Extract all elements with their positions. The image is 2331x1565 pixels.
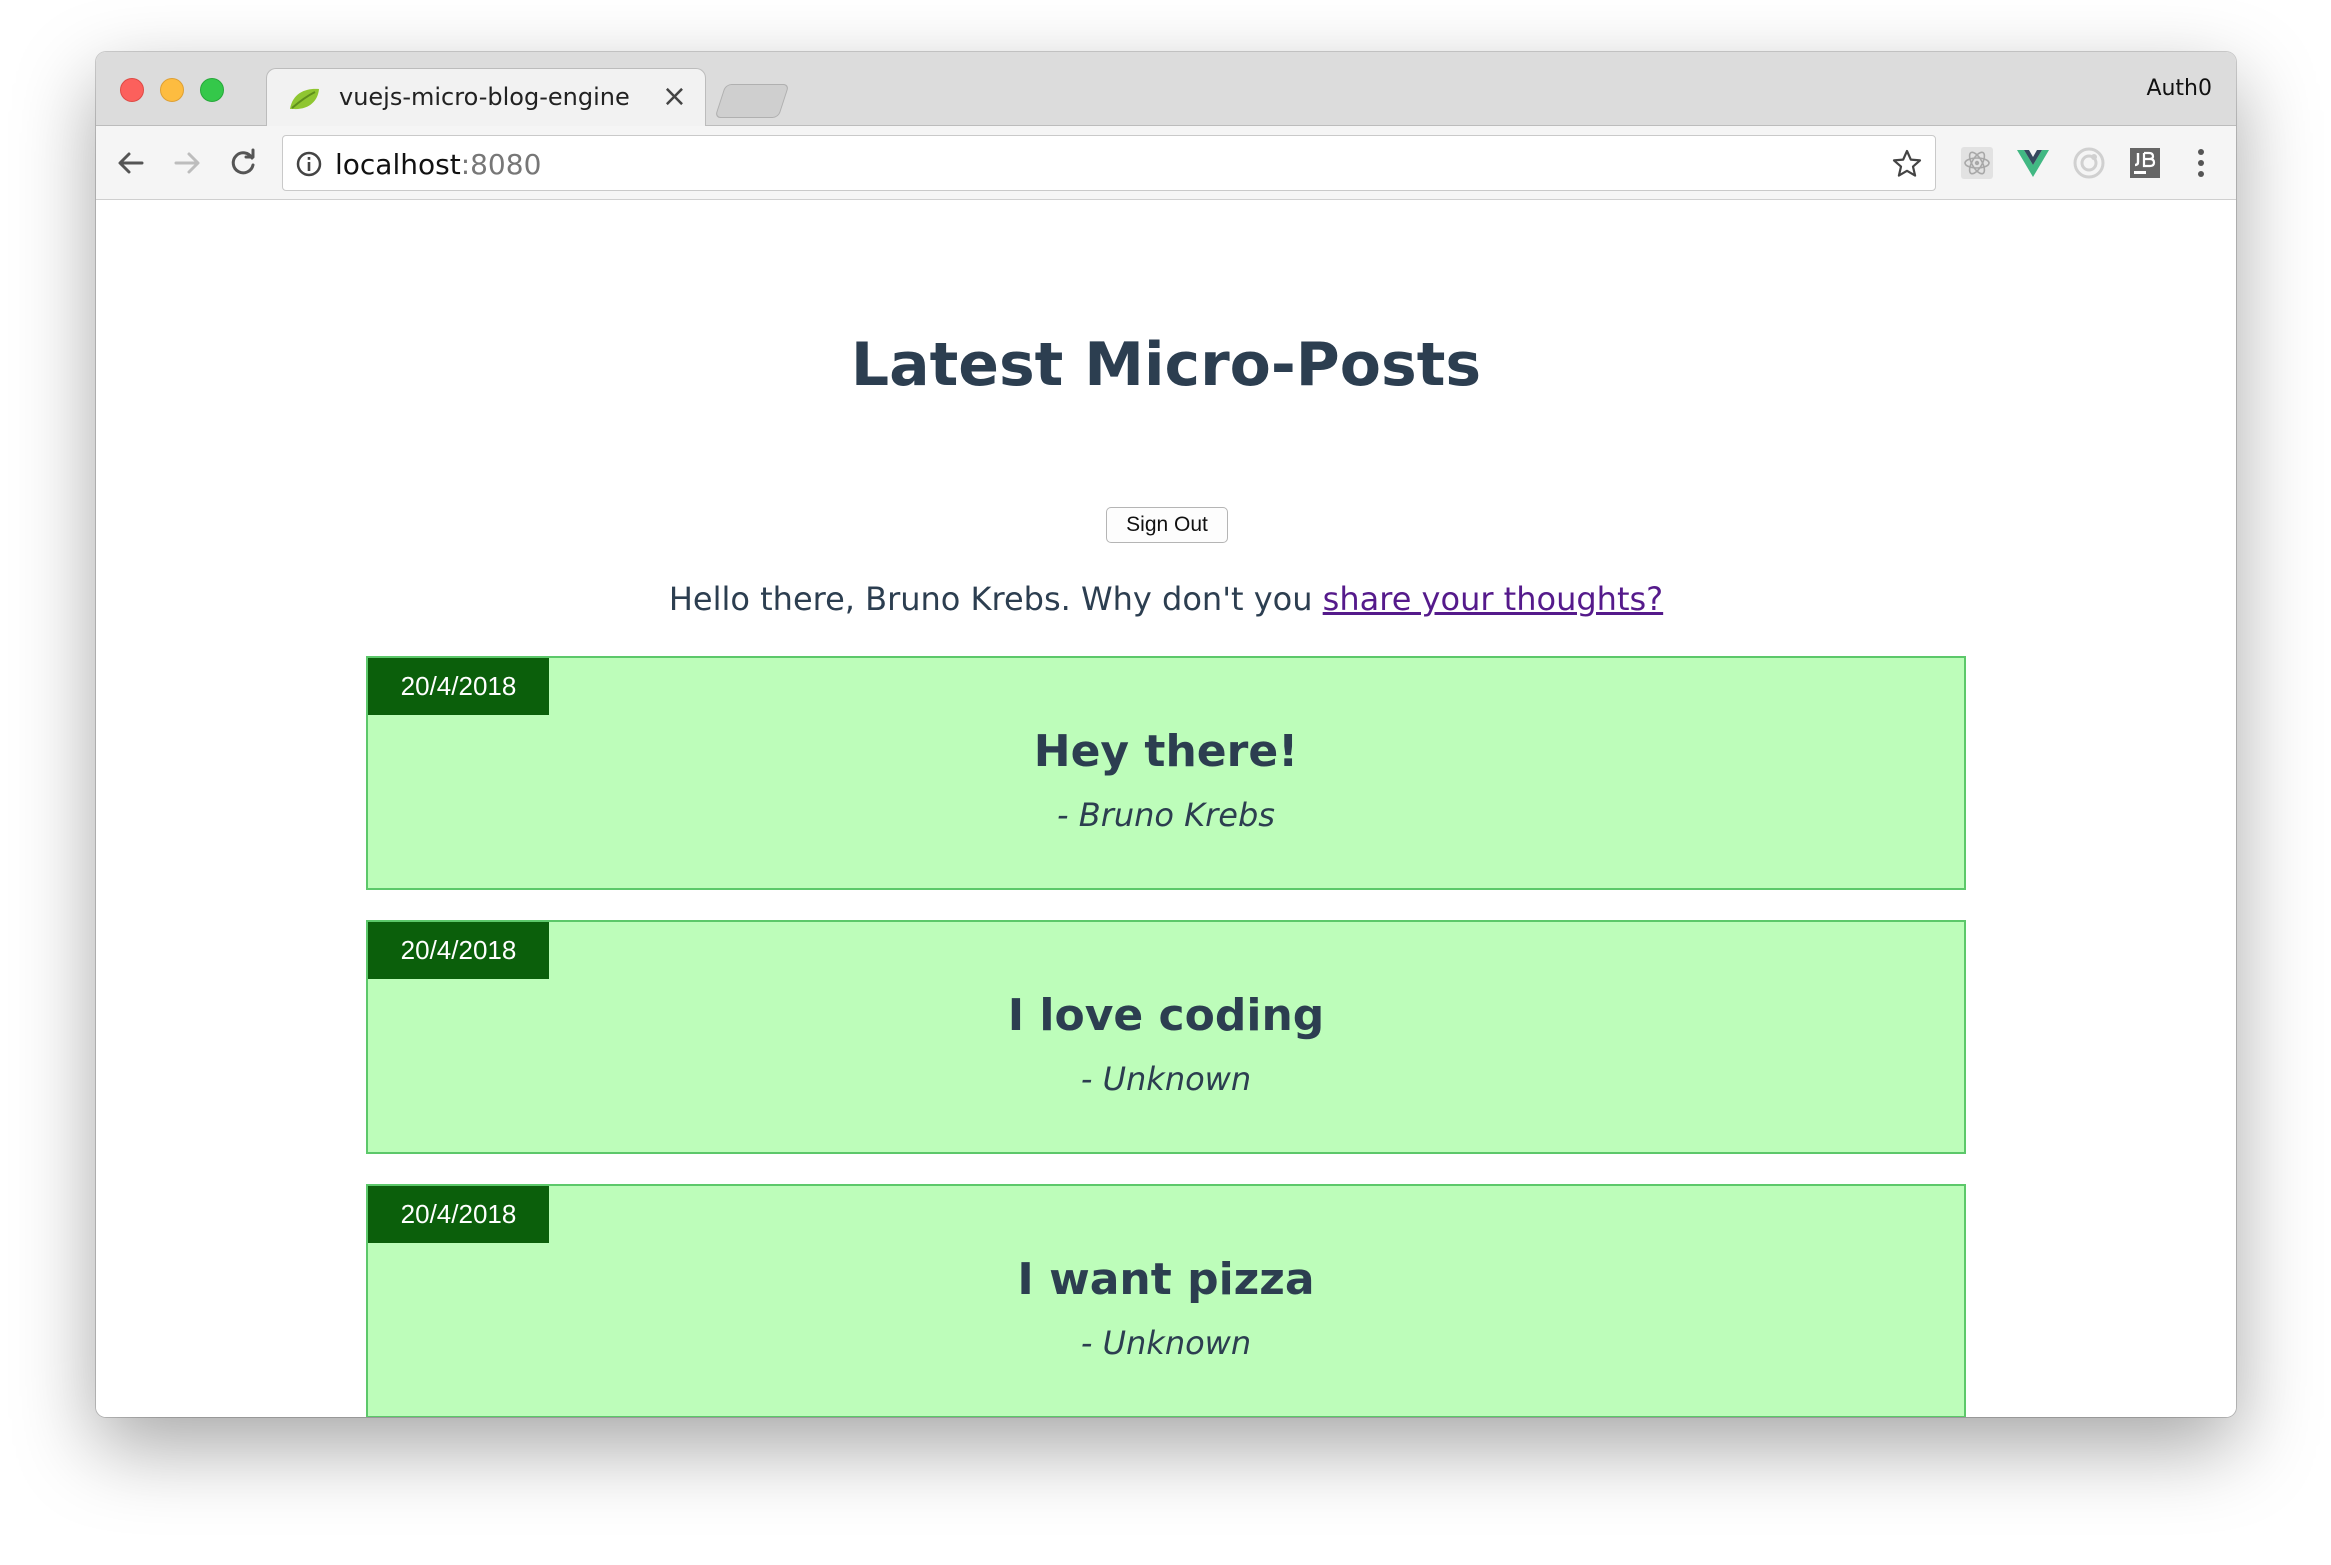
greeting-text: Hello there, Bruno Krebs. Why don't you … [96, 580, 2236, 618]
minimize-window-button[interactable] [160, 78, 184, 102]
address-bar[interactable]: localhost:8080 [282, 135, 1936, 191]
vue-devtools-button[interactable] [2014, 144, 2052, 182]
tab-vuejs-micro-blog-engine[interactable]: vuejs-micro-blog-engine × [266, 68, 706, 127]
more-menu-button[interactable] [2182, 144, 2220, 182]
new-tab-button[interactable] [714, 84, 790, 118]
forward-button[interactable] [166, 142, 208, 184]
profile-name[interactable]: Auth0 [2146, 76, 2212, 101]
greeting-prefix: Hello there, Bruno Krebs. Why don't you [668, 580, 1323, 618]
jetbrains-icon [2130, 148, 2160, 178]
forward-arrow-icon [174, 152, 200, 174]
page-content: Latest Micro-Posts Sign Out Hello there,… [96, 200, 2236, 1417]
post-card: 20/4/2018 I want pizza - Unknown [366, 1184, 1966, 1417]
back-button[interactable] [110, 142, 152, 184]
post-date-badge: 20/4/2018 [368, 1186, 549, 1243]
react-devtools-icon [1961, 147, 1993, 179]
reload-button[interactable] [222, 142, 264, 184]
post-author: - Unknown [1080, 1324, 1252, 1362]
browser-toolbar: localhost:8080 [96, 126, 2236, 200]
browser-window: vuejs-micro-blog-engine × Auth0 localhos… [96, 52, 2236, 1417]
post-author: - Bruno Krebs [1057, 796, 1275, 834]
info-icon[interactable] [295, 150, 323, 178]
post-title: Hey there! [1033, 726, 1299, 777]
leaf-favicon-icon [290, 88, 319, 110]
extension-circle-icon [2073, 147, 2105, 179]
share-thoughts-link[interactable]: share your thoughts? [1323, 580, 1663, 618]
url-port: :8080 [460, 148, 542, 181]
tab-title: vuejs-micro-blog-engine [339, 83, 630, 111]
url-host: localhost [335, 148, 461, 181]
extension-circle-button[interactable] [2070, 144, 2108, 182]
vue-devtools-icon [2017, 150, 2049, 177]
post-title: I want pizza [1017, 1254, 1315, 1305]
maximize-window-button[interactable] [200, 78, 224, 102]
jetbrains-button[interactable] [2126, 144, 2164, 182]
more-menu-icon [2198, 149, 2204, 177]
post-card: 20/4/2018 Hey there! - Bruno Krebs [366, 656, 1966, 890]
post-date-badge: 20/4/2018 [368, 922, 549, 979]
star-icon[interactable] [1891, 148, 1923, 180]
post-card: 20/4/2018 I love coding - Unknown [366, 920, 1966, 1154]
tab-strip: vuejs-micro-blog-engine × Auth0 [96, 52, 2236, 127]
url-text[interactable]: localhost:8080 [335, 148, 541, 181]
post-date-badge: 20/4/2018 [368, 658, 549, 715]
sign-out-button[interactable]: Sign Out [1106, 507, 1228, 543]
reload-icon [231, 148, 255, 175]
post-author: - Unknown [1080, 1060, 1252, 1098]
close-window-button[interactable] [120, 78, 144, 102]
back-arrow-icon [118, 152, 144, 174]
post-title: I love coding [1007, 990, 1325, 1041]
tab-close-icon[interactable]: × [662, 79, 687, 114]
react-devtools-button[interactable] [1958, 144, 1996, 182]
page-title: Latest Micro-Posts [850, 330, 1482, 400]
